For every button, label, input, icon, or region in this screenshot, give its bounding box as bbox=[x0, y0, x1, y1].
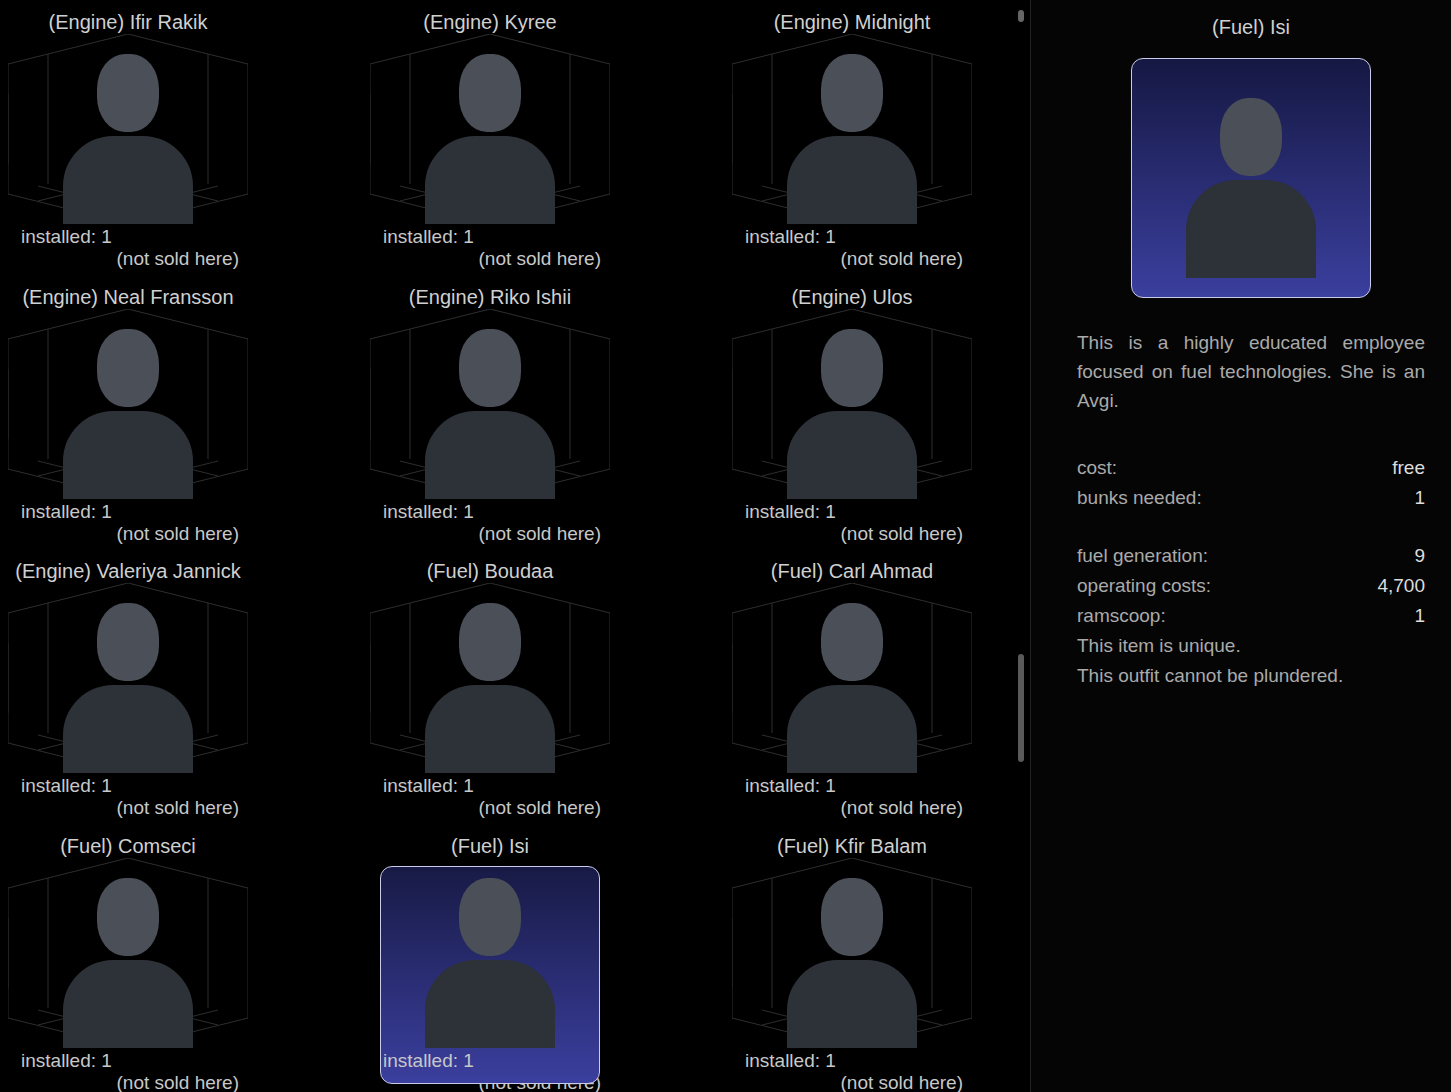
availability: (not sold here) bbox=[3, 523, 253, 545]
portrait bbox=[787, 54, 917, 224]
availability: (not sold here) bbox=[365, 248, 615, 270]
portrait bbox=[787, 329, 917, 499]
availability: (not sold here) bbox=[3, 797, 253, 819]
stat-row: cost:free bbox=[1077, 453, 1425, 483]
installed-count: installed: 1 bbox=[3, 775, 253, 797]
outfit-title: (Engine) Neal Fransson bbox=[3, 285, 253, 309]
installed-count: installed: 1 bbox=[3, 1050, 253, 1072]
attribute-row: operating costs:4,700 bbox=[1077, 571, 1425, 601]
availability: (not sold here) bbox=[727, 248, 977, 270]
availability: (not sold here) bbox=[365, 523, 615, 545]
attributes: fuel generation:9operating costs:4,700ra… bbox=[1077, 541, 1425, 691]
portrait bbox=[63, 329, 193, 499]
outfit-image bbox=[8, 34, 248, 224]
installed-count: installed: 1 bbox=[3, 501, 253, 523]
portrait bbox=[63, 54, 193, 224]
attribute-row: ramscoop:1 bbox=[1077, 601, 1425, 631]
portrait bbox=[63, 878, 193, 1048]
installed-count: installed: 1 bbox=[727, 1050, 977, 1072]
installed-count: installed: 1 bbox=[365, 226, 615, 248]
outfit-title: (Engine) Ulos bbox=[727, 285, 977, 309]
outfit-card[interactable]: (Fuel) Isi installed: 1 (not sold here) bbox=[365, 824, 615, 1092]
outfit-image bbox=[732, 309, 972, 499]
availability: (not sold here) bbox=[727, 797, 977, 819]
installed-count: installed: 1 bbox=[727, 501, 977, 523]
stats: cost:freebunks needed:1 bbox=[1077, 453, 1425, 513]
availability: (not sold here) bbox=[3, 248, 253, 270]
attribute-row: fuel generation:9 bbox=[1077, 541, 1425, 571]
outfit-title: (Engine) Riko Ishii bbox=[365, 285, 615, 309]
outfit-card[interactable]: (Fuel) Kfir Balam installed: 1 (not sold… bbox=[727, 824, 977, 1092]
installed-count: installed: 1 bbox=[365, 1050, 615, 1072]
outfit-image bbox=[370, 34, 610, 224]
installed-count: installed: 1 bbox=[365, 775, 615, 797]
note: This item is unique. bbox=[1077, 631, 1425, 661]
detail-image bbox=[1131, 58, 1371, 298]
outfit-image bbox=[370, 858, 610, 1048]
outfit-card[interactable]: (Engine) Kyree installed: 1 (not sold he… bbox=[365, 0, 615, 275]
note: This outfit cannot be plundered. bbox=[1077, 661, 1425, 691]
outfit-card[interactable]: (Engine) Ulos installed: 1 (not sold her… bbox=[727, 275, 977, 550]
outfit-image bbox=[732, 858, 972, 1048]
availability: (not sold here) bbox=[3, 1072, 253, 1092]
outfit-title: (Fuel) Comseci bbox=[3, 834, 253, 858]
outfit-card[interactable]: (Engine) Neal Fransson installed: 1 (not… bbox=[3, 275, 253, 550]
outfit-card[interactable]: (Engine) Riko Ishii installed: 1 (not so… bbox=[365, 275, 615, 550]
outfit-card[interactable]: (Engine) Valeriya Jannick installed: 1 (… bbox=[3, 549, 253, 824]
outfit-card[interactable]: (Fuel) Boudaa installed: 1 (not sold her… bbox=[365, 549, 615, 824]
outfit-image bbox=[732, 583, 972, 773]
portrait bbox=[425, 54, 555, 224]
outfit-title: (Engine) Ifir Rakik bbox=[3, 10, 253, 34]
portrait bbox=[787, 603, 917, 773]
availability: (not sold here) bbox=[727, 1072, 977, 1092]
outfit-image bbox=[8, 858, 248, 1048]
availability: (not sold here) bbox=[365, 797, 615, 819]
outfit-title: (Fuel) Kfir Balam bbox=[727, 834, 977, 858]
outfit-card[interactable]: (Fuel) Comseci installed: 1 (not sold he… bbox=[3, 824, 253, 1092]
installed-count: installed: 1 bbox=[727, 226, 977, 248]
stat-row: bunks needed:1 bbox=[1077, 483, 1425, 513]
portrait bbox=[425, 603, 555, 773]
outfit-image bbox=[8, 583, 248, 773]
outfit-image bbox=[370, 583, 610, 773]
outfit-image bbox=[8, 309, 248, 499]
scrollbar-thumb[interactable] bbox=[1018, 654, 1024, 761]
outfit-card[interactable]: (Engine) Midnight installed: 1 (not sold… bbox=[727, 0, 977, 275]
outfit-card[interactable]: (Engine) Ifir Rakik installed: 1 (not so… bbox=[3, 0, 253, 275]
outfit-title: (Fuel) Carl Ahmad bbox=[727, 559, 977, 583]
outfit-image bbox=[732, 34, 972, 224]
description: This is a highly educated employee focus… bbox=[1077, 328, 1425, 415]
installed-count: installed: 1 bbox=[727, 775, 977, 797]
installed-count: installed: 1 bbox=[365, 501, 615, 523]
outfit-title: (Fuel) Isi bbox=[365, 834, 615, 858]
outfit-title: (Fuel) Boudaa bbox=[365, 559, 615, 583]
portrait bbox=[63, 603, 193, 773]
portrait bbox=[425, 878, 555, 1048]
outfit-title: (Engine) Kyree bbox=[365, 10, 615, 34]
installed-count: installed: 1 bbox=[3, 226, 253, 248]
portrait bbox=[787, 878, 917, 1048]
outfitter-screen: (Engine) Ifir Rakik installed: 1 (not so… bbox=[0, 0, 1451, 1092]
detail-title: (Fuel) Isi bbox=[1077, 14, 1425, 40]
outfit-title: (Engine) Valeriya Jannick bbox=[3, 559, 253, 583]
availability: (not sold here) bbox=[727, 523, 977, 545]
detail-panel: (Fuel) Isi This is a highly educated emp… bbox=[1030, 0, 1451, 1092]
outfit-title: (Engine) Midnight bbox=[727, 10, 977, 34]
outfit-card[interactable]: (Fuel) Carl Ahmad installed: 1 (not sold… bbox=[727, 549, 977, 824]
portrait bbox=[425, 329, 555, 499]
outfit-grid: (Engine) Ifir Rakik installed: 1 (not so… bbox=[0, 0, 1018, 1092]
outfit-image bbox=[370, 309, 610, 499]
scrollbar[interactable] bbox=[1018, 10, 1026, 1084]
